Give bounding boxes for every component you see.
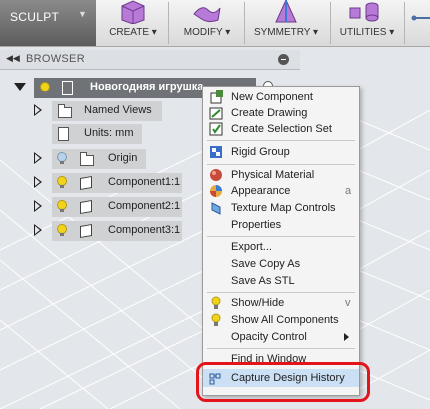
symmetry-label: SYMMETRY ▾ xyxy=(253,27,319,38)
chevron-down-icon: ▼ xyxy=(78,9,87,19)
folder-icon xyxy=(80,152,94,166)
create-menu[interactable]: CREATE ▾ xyxy=(104,0,162,46)
modify-label: MODIFY ▾ xyxy=(183,27,231,38)
visibility-bulb-icon[interactable] xyxy=(40,82,50,94)
texture-map-icon xyxy=(211,202,221,215)
submenu-arrow-icon xyxy=(344,333,349,341)
expand-icon[interactable] xyxy=(34,176,42,188)
units-document-icon xyxy=(58,127,69,141)
visibility-bulb-icon[interactable] xyxy=(57,176,67,188)
tree-item-named-views[interactable]: Named Views xyxy=(52,101,162,121)
highlight-annotation-ring xyxy=(196,362,370,402)
menu-item-rigid-group[interactable]: Rigid Group xyxy=(203,144,359,160)
component-icon xyxy=(80,223,92,239)
visibility-bulb-icon[interactable] xyxy=(57,152,67,164)
minimize-icon[interactable] xyxy=(278,54,289,65)
browser-header: ◀◀ BROWSER xyxy=(0,50,300,70)
new-component-icon xyxy=(210,90,223,104)
create-label: CREATE ▾ xyxy=(109,27,157,38)
utilities-menu[interactable]: UTILITIES ▾ xyxy=(332,0,402,46)
tree-item-component1[interactable]: Component1:1 xyxy=(52,173,182,193)
menu-separator xyxy=(207,236,355,237)
toolbar-divider xyxy=(330,2,331,44)
physical-material-icon xyxy=(210,169,222,181)
menu-item-save-copy-as[interactable]: Save Copy As xyxy=(203,256,359,272)
menu-separator xyxy=(207,348,355,349)
more-tools-icon[interactable] xyxy=(410,10,430,26)
menu-item-texture-map-controls[interactable]: Texture Map Controls xyxy=(203,200,359,216)
expand-icon[interactable] xyxy=(34,200,42,212)
box-icon xyxy=(121,0,145,24)
component-icon xyxy=(80,175,92,191)
component-icon xyxy=(80,199,92,215)
toolbar-divider xyxy=(244,2,245,44)
menu-separator xyxy=(207,164,355,165)
menu-item-properties[interactable]: Properties xyxy=(203,217,359,233)
visibility-bulb-icon[interactable] xyxy=(57,224,67,236)
menu-separator xyxy=(207,140,355,141)
symmetry-menu[interactable]: SYMMETRY ▾ xyxy=(246,0,326,46)
expand-icon[interactable] xyxy=(34,152,42,164)
rigid-group-icon xyxy=(210,146,222,158)
menu-separator xyxy=(207,292,355,293)
browser-title: BROWSER xyxy=(26,53,85,65)
modify-menu[interactable]: MODIFY ▾ xyxy=(172,0,242,46)
tree-item-component2[interactable]: Component2:1 xyxy=(52,197,182,217)
collapse-root-icon[interactable] xyxy=(14,83,26,91)
menu-item-save-as-stl[interactable]: Save As STL xyxy=(203,273,359,289)
context-menu: New Component Create Drawing Create Sele… xyxy=(202,86,360,396)
utilities-label: UTILITIES ▾ xyxy=(339,27,395,38)
tree-item-label: Named Views xyxy=(84,104,152,116)
modify-surface-icon xyxy=(193,7,221,23)
menu-item-create-drawing[interactable]: Create Drawing xyxy=(203,105,359,121)
menu-item-new-component[interactable]: New Component xyxy=(203,89,359,105)
tree-item-label: Units: mm xyxy=(84,127,134,139)
expand-icon[interactable] xyxy=(34,224,42,236)
lightbulb-icon xyxy=(211,313,221,326)
symmetry-icon xyxy=(275,0,297,23)
appearance-icon xyxy=(210,185,222,197)
menu-item-physical-material[interactable]: Physical Material xyxy=(203,167,359,183)
menu-item-appearance[interactable]: Appearance a xyxy=(203,183,359,199)
menu-item-show-hide[interactable]: Show/Hide v xyxy=(203,295,359,311)
menu-item-opacity-control[interactable]: Opacity Control xyxy=(203,329,359,345)
tree-item-label: Component2:1 xyxy=(108,200,181,212)
toolbar-divider xyxy=(168,2,169,44)
drawing-icon xyxy=(209,107,223,120)
document-icon xyxy=(62,81,73,95)
visibility-bulb-icon[interactable] xyxy=(57,200,67,212)
workspace-label: SCULPT xyxy=(10,10,60,24)
collapse-panel-icon[interactable]: ◀◀ xyxy=(6,53,20,64)
expand-icon[interactable] xyxy=(34,104,42,116)
tree-item-origin[interactable]: Origin xyxy=(52,149,146,169)
folder-icon xyxy=(58,104,72,118)
lightbulb-icon xyxy=(211,296,221,309)
toolbar: SCULPT ▼ CREATE ▾ MODIFY ▾ SYMMETRY ▾ UT… xyxy=(0,0,430,47)
menu-item-create-selection-set[interactable]: Create Selection Set xyxy=(203,121,359,137)
utilities-icon xyxy=(349,2,379,22)
workspace-switcher[interactable]: SCULPT ▼ xyxy=(0,0,96,46)
menu-item-show-all-components[interactable]: Show All Components xyxy=(203,312,359,328)
tree-item-label: Component3:1 xyxy=(108,224,181,236)
tree-item-component3[interactable]: Component3:1 xyxy=(52,221,182,241)
toolbar-divider xyxy=(404,2,405,44)
tree-item-label: Component1:1 xyxy=(108,176,181,188)
selection-set-icon xyxy=(209,122,223,136)
tree-item-units[interactable]: Units: mm xyxy=(52,124,142,144)
tree-root-label: Новогодняя игрушка... xyxy=(90,81,213,93)
tree-item-label: Origin xyxy=(108,152,138,164)
menu-item-export[interactable]: Export... xyxy=(203,239,359,255)
